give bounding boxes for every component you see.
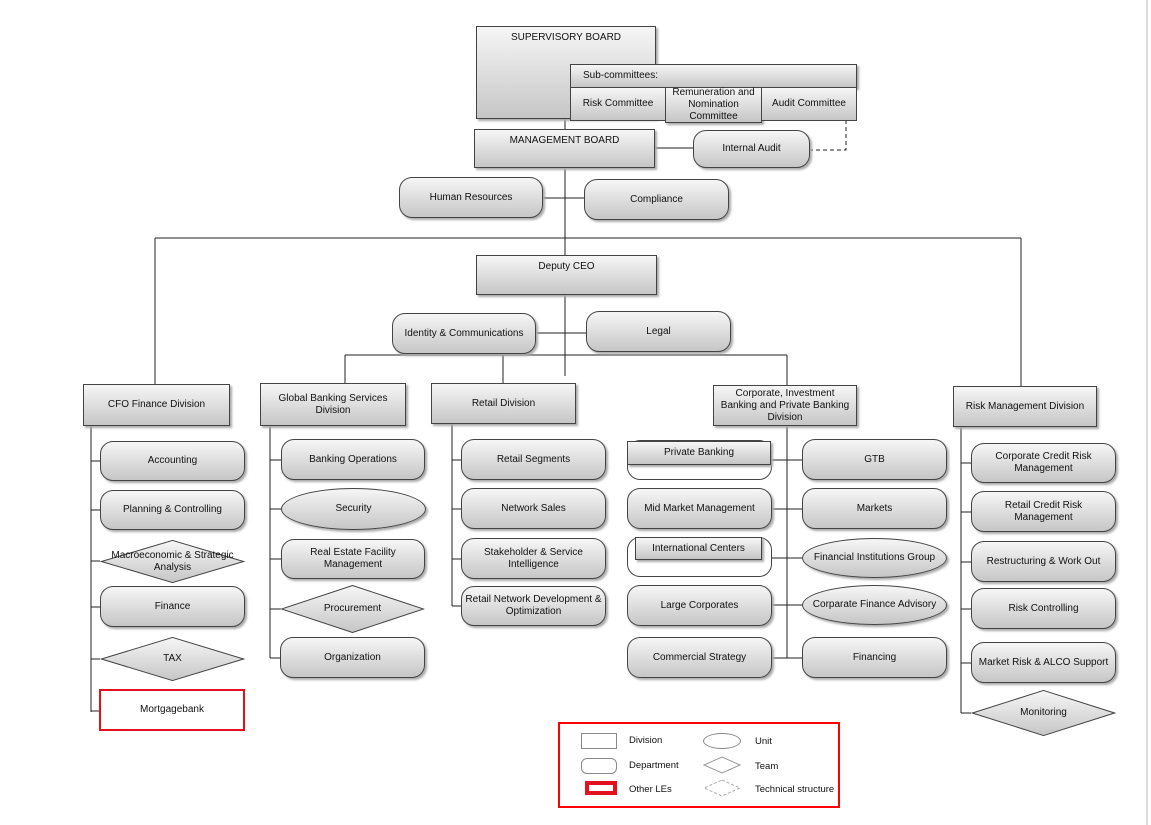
dept-markets[interactable]: Markets bbox=[802, 488, 947, 529]
legend-other-label: Other LEs bbox=[629, 784, 672, 795]
dept-real-estate[interactable]: Real Estate Facility Management bbox=[281, 539, 425, 579]
dept-retail-credit-risk[interactable]: Retail Credit Risk Management bbox=[971, 491, 1116, 532]
legend-division-label: Division bbox=[629, 735, 663, 746]
legend-department-swatch bbox=[581, 758, 617, 774]
dept-market-risk-alco[interactable]: Market Risk & ALCO Support bbox=[971, 642, 1116, 683]
team-procurement[interactable]: Procurement bbox=[280, 585, 425, 633]
division-international-centers[interactable]: International Centers bbox=[635, 537, 762, 560]
dept-large-corporates[interactable]: Large Corporates bbox=[627, 585, 772, 626]
legend-department-label: Department bbox=[629, 760, 679, 771]
label: Monitoring bbox=[1020, 707, 1067, 718]
legend-other-swatch bbox=[585, 781, 617, 795]
dept-accounting[interactable]: Accounting bbox=[100, 441, 245, 481]
division-retail[interactable]: Retail Division bbox=[431, 383, 576, 424]
team-monitoring[interactable]: Monitoring bbox=[971, 690, 1116, 736]
label: Procurement bbox=[323, 603, 382, 614]
human-resources[interactable]: Human Resources bbox=[399, 177, 543, 218]
legend: Division Department Other LEs Unit Team … bbox=[558, 722, 840, 808]
legend-division-swatch bbox=[581, 733, 617, 749]
dept-restructuring[interactable]: Restructuring & Work Out bbox=[971, 541, 1116, 582]
audit-committee[interactable]: Audit Committee bbox=[761, 87, 857, 121]
legend-team-swatch bbox=[703, 756, 741, 774]
unit-corporate-finance-advisory[interactable]: Corparate Finance Advisory bbox=[802, 585, 947, 625]
dept-commercial-strategy[interactable]: Commercial Strategy bbox=[627, 637, 772, 678]
identity-communications[interactable]: Identity & Communications bbox=[392, 313, 536, 354]
dept-organization[interactable]: Organization bbox=[280, 637, 425, 678]
division-risk-management[interactable]: Risk Management Division bbox=[953, 386, 1097, 427]
dept-corporate-credit-risk[interactable]: Corporate Credit Risk Management bbox=[971, 443, 1116, 483]
division-private-banking[interactable]: Private Banking bbox=[627, 441, 771, 465]
internal-audit[interactable]: Internal Audit bbox=[693, 130, 810, 168]
label: TAX bbox=[163, 653, 182, 664]
dept-retail-segments[interactable]: Retail Segments bbox=[461, 439, 606, 480]
dept-finance[interactable]: Finance bbox=[100, 586, 245, 627]
legend-unit-label: Unit bbox=[755, 736, 772, 747]
compliance[interactable]: Compliance bbox=[584, 179, 729, 220]
dept-planning-controlling[interactable]: Planning & Controlling bbox=[100, 490, 245, 530]
dept-financing[interactable]: Financing bbox=[802, 637, 947, 678]
legal[interactable]: Legal bbox=[586, 311, 731, 352]
dept-network-sales[interactable]: Network Sales bbox=[461, 488, 606, 529]
division-cfo[interactable]: CFO Finance Division bbox=[83, 384, 230, 426]
remuneration-committee[interactable]: Remuneration and Nomination Committee bbox=[665, 87, 762, 123]
team-tax[interactable]: TAX bbox=[100, 637, 245, 681]
legend-unit-swatch bbox=[703, 733, 741, 749]
risk-committee[interactable]: Risk Committee bbox=[570, 87, 666, 121]
management-board[interactable]: MANAGEMENT BOARD bbox=[474, 129, 655, 168]
legend-technical-label: Technical structure bbox=[755, 784, 835, 795]
dept-banking-operations[interactable]: Banking Operations bbox=[281, 439, 425, 480]
unit-financial-institutions[interactable]: Financial Institutions Group bbox=[802, 538, 947, 578]
team-macroeconomic-analysis[interactable]: Macroeconomic & Strategic Analysis bbox=[100, 540, 245, 583]
label: Macroeconomic & Strategic Analysis bbox=[111, 549, 234, 573]
deputy-ceo[interactable]: Deputy CEO bbox=[476, 255, 657, 295]
division-global-banking-services[interactable]: Global Banking Services Division bbox=[260, 383, 406, 426]
legend-team-label: Team bbox=[755, 761, 779, 772]
unit-security[interactable]: Security bbox=[281, 488, 426, 530]
subcommittees-header: Sub-committees: bbox=[570, 64, 857, 88]
legend-technical-swatch bbox=[703, 779, 741, 797]
dept-gtb[interactable]: GTB bbox=[802, 439, 947, 480]
dept-retail-network-development[interactable]: Retail Network Development & Optimizatio… bbox=[461, 586, 606, 626]
other-le-mortgagebank[interactable]: Mortgagebank bbox=[99, 689, 245, 731]
dept-mid-market[interactable]: Mid Market Management bbox=[627, 488, 772, 529]
dept-stakeholder-intelligence[interactable]: Stakeholder & Service Intelligence bbox=[461, 538, 606, 579]
division-corporate[interactable]: Corporate, Investment Banking and Privat… bbox=[713, 385, 857, 426]
dept-risk-controlling[interactable]: Risk Controlling bbox=[971, 588, 1116, 629]
